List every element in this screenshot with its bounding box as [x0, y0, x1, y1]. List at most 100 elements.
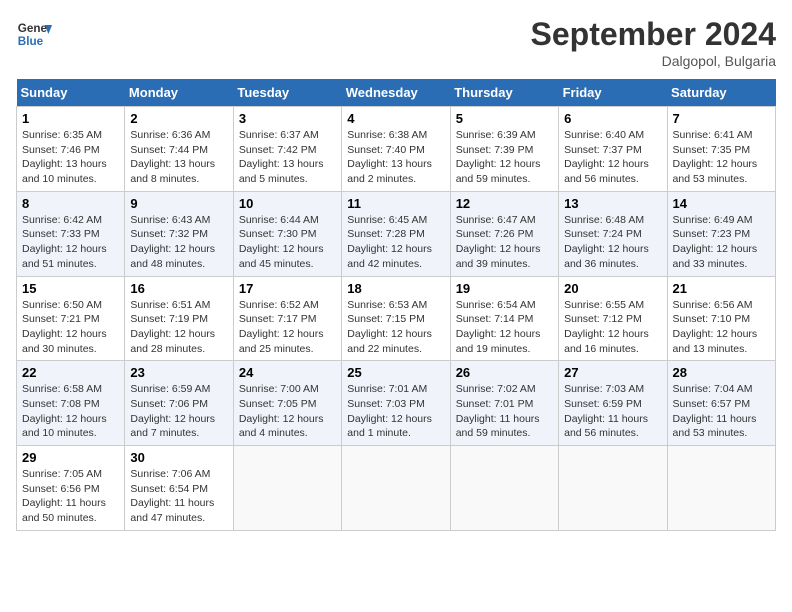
calendar-cell-20: 20 Sunrise: 6:55 AM Sunset: 7:12 PM Dayl…: [559, 276, 667, 361]
calendar-cell-29: 29 Sunrise: 7:05 AM Sunset: 6:56 PM Dayl…: [17, 446, 125, 531]
day-info: Sunrise: 6:36 AM Sunset: 7:44 PM Dayligh…: [130, 128, 227, 187]
day-number: 18: [347, 281, 444, 296]
day-number: 22: [22, 365, 119, 380]
weekday-header-saturday: Saturday: [667, 79, 775, 107]
calendar-cell-19: 19 Sunrise: 6:54 AM Sunset: 7:14 PM Dayl…: [450, 276, 558, 361]
day-info: Sunrise: 7:03 AM Sunset: 6:59 PM Dayligh…: [564, 382, 661, 441]
day-number: 25: [347, 365, 444, 380]
calendar-cell-25: 25 Sunrise: 7:01 AM Sunset: 7:03 PM Dayl…: [342, 361, 450, 446]
calendar-row-week-1: 1 Sunrise: 6:35 AM Sunset: 7:46 PM Dayli…: [17, 107, 776, 192]
calendar-cell-17: 17 Sunrise: 6:52 AM Sunset: 7:17 PM Dayl…: [233, 276, 341, 361]
day-number: 26: [456, 365, 553, 380]
day-info: Sunrise: 6:58 AM Sunset: 7:08 PM Dayligh…: [22, 382, 119, 441]
calendar-cell-13: 13 Sunrise: 6:48 AM Sunset: 7:24 PM Dayl…: [559, 191, 667, 276]
calendar-cell-12: 12 Sunrise: 6:47 AM Sunset: 7:26 PM Dayl…: [450, 191, 558, 276]
day-number: 15: [22, 281, 119, 296]
calendar-cell-11: 11 Sunrise: 6:45 AM Sunset: 7:28 PM Dayl…: [342, 191, 450, 276]
day-number: 4: [347, 111, 444, 126]
weekday-header-friday: Friday: [559, 79, 667, 107]
calendar-cell-7: 7 Sunrise: 6:41 AM Sunset: 7:35 PM Dayli…: [667, 107, 775, 192]
day-number: 9: [130, 196, 227, 211]
calendar-row-week-2: 8 Sunrise: 6:42 AM Sunset: 7:33 PM Dayli…: [17, 191, 776, 276]
calendar-cell-empty: [450, 446, 558, 531]
day-info: Sunrise: 6:37 AM Sunset: 7:42 PM Dayligh…: [239, 128, 336, 187]
calendar-cell-empty: [559, 446, 667, 531]
calendar-cell-18: 18 Sunrise: 6:53 AM Sunset: 7:15 PM Dayl…: [342, 276, 450, 361]
day-info: Sunrise: 7:00 AM Sunset: 7:05 PM Dayligh…: [239, 382, 336, 441]
weekday-header-row: SundayMondayTuesdayWednesdayThursdayFrid…: [17, 79, 776, 107]
page-header: General Blue September 2024 Dalgopol, Bu…: [16, 16, 776, 69]
day-info: Sunrise: 6:45 AM Sunset: 7:28 PM Dayligh…: [347, 213, 444, 272]
calendar-cell-26: 26 Sunrise: 7:02 AM Sunset: 7:01 PM Dayl…: [450, 361, 558, 446]
day-number: 29: [22, 450, 119, 465]
calendar-cell-6: 6 Sunrise: 6:40 AM Sunset: 7:37 PM Dayli…: [559, 107, 667, 192]
day-info: Sunrise: 7:05 AM Sunset: 6:56 PM Dayligh…: [22, 467, 119, 526]
calendar-cell-1: 1 Sunrise: 6:35 AM Sunset: 7:46 PM Dayli…: [17, 107, 125, 192]
day-number: 19: [456, 281, 553, 296]
calendar-table: SundayMondayTuesdayWednesdayThursdayFrid…: [16, 79, 776, 531]
day-number: 6: [564, 111, 661, 126]
day-info: Sunrise: 7:01 AM Sunset: 7:03 PM Dayligh…: [347, 382, 444, 441]
calendar-cell-5: 5 Sunrise: 6:39 AM Sunset: 7:39 PM Dayli…: [450, 107, 558, 192]
calendar-cell-empty: [667, 446, 775, 531]
calendar-cell-10: 10 Sunrise: 6:44 AM Sunset: 7:30 PM Dayl…: [233, 191, 341, 276]
day-number: 24: [239, 365, 336, 380]
day-number: 5: [456, 111, 553, 126]
day-number: 11: [347, 196, 444, 211]
day-info: Sunrise: 6:38 AM Sunset: 7:40 PM Dayligh…: [347, 128, 444, 187]
day-info: Sunrise: 6:44 AM Sunset: 7:30 PM Dayligh…: [239, 213, 336, 272]
calendar-cell-3: 3 Sunrise: 6:37 AM Sunset: 7:42 PM Dayli…: [233, 107, 341, 192]
day-info: Sunrise: 6:39 AM Sunset: 7:39 PM Dayligh…: [456, 128, 553, 187]
day-info: Sunrise: 7:04 AM Sunset: 6:57 PM Dayligh…: [673, 382, 770, 441]
day-number: 2: [130, 111, 227, 126]
day-number: 3: [239, 111, 336, 126]
location: Dalgopol, Bulgaria: [531, 53, 776, 69]
day-number: 16: [130, 281, 227, 296]
calendar-cell-23: 23 Sunrise: 6:59 AM Sunset: 7:06 PM Dayl…: [125, 361, 233, 446]
day-info: Sunrise: 6:55 AM Sunset: 7:12 PM Dayligh…: [564, 298, 661, 357]
day-info: Sunrise: 6:51 AM Sunset: 7:19 PM Dayligh…: [130, 298, 227, 357]
calendar-cell-empty: [342, 446, 450, 531]
day-info: Sunrise: 6:43 AM Sunset: 7:32 PM Dayligh…: [130, 213, 227, 272]
calendar-cell-8: 8 Sunrise: 6:42 AM Sunset: 7:33 PM Dayli…: [17, 191, 125, 276]
svg-text:Blue: Blue: [18, 35, 44, 48]
day-number: 20: [564, 281, 661, 296]
day-info: Sunrise: 6:54 AM Sunset: 7:14 PM Dayligh…: [456, 298, 553, 357]
day-number: 13: [564, 196, 661, 211]
calendar-cell-24: 24 Sunrise: 7:00 AM Sunset: 7:05 PM Dayl…: [233, 361, 341, 446]
day-number: 10: [239, 196, 336, 211]
day-info: Sunrise: 7:06 AM Sunset: 6:54 PM Dayligh…: [130, 467, 227, 526]
calendar-cell-2: 2 Sunrise: 6:36 AM Sunset: 7:44 PM Dayli…: [125, 107, 233, 192]
day-info: Sunrise: 6:41 AM Sunset: 7:35 PM Dayligh…: [673, 128, 770, 187]
calendar-row-week-5: 29 Sunrise: 7:05 AM Sunset: 6:56 PM Dayl…: [17, 446, 776, 531]
day-number: 17: [239, 281, 336, 296]
day-number: 28: [673, 365, 770, 380]
day-number: 23: [130, 365, 227, 380]
day-info: Sunrise: 6:42 AM Sunset: 7:33 PM Dayligh…: [22, 213, 119, 272]
day-number: 27: [564, 365, 661, 380]
calendar-cell-28: 28 Sunrise: 7:04 AM Sunset: 6:57 PM Dayl…: [667, 361, 775, 446]
title-block: September 2024 Dalgopol, Bulgaria: [531, 16, 776, 69]
calendar-cell-14: 14 Sunrise: 6:49 AM Sunset: 7:23 PM Dayl…: [667, 191, 775, 276]
weekday-header-thursday: Thursday: [450, 79, 558, 107]
weekday-header-sunday: Sunday: [17, 79, 125, 107]
day-number: 1: [22, 111, 119, 126]
logo-icon: General Blue: [16, 16, 52, 52]
day-info: Sunrise: 6:48 AM Sunset: 7:24 PM Dayligh…: [564, 213, 661, 272]
day-info: Sunrise: 6:50 AM Sunset: 7:21 PM Dayligh…: [22, 298, 119, 357]
day-info: Sunrise: 6:47 AM Sunset: 7:26 PM Dayligh…: [456, 213, 553, 272]
calendar-cell-30: 30 Sunrise: 7:06 AM Sunset: 6:54 PM Dayl…: [125, 446, 233, 531]
day-info: Sunrise: 6:40 AM Sunset: 7:37 PM Dayligh…: [564, 128, 661, 187]
day-number: 8: [22, 196, 119, 211]
calendar-cell-4: 4 Sunrise: 6:38 AM Sunset: 7:40 PM Dayli…: [342, 107, 450, 192]
month-title: September 2024: [531, 16, 776, 53]
day-info: Sunrise: 7:02 AM Sunset: 7:01 PM Dayligh…: [456, 382, 553, 441]
day-number: 14: [673, 196, 770, 211]
weekday-header-tuesday: Tuesday: [233, 79, 341, 107]
day-info: Sunrise: 6:56 AM Sunset: 7:10 PM Dayligh…: [673, 298, 770, 357]
calendar-cell-16: 16 Sunrise: 6:51 AM Sunset: 7:19 PM Dayl…: [125, 276, 233, 361]
calendar-cell-21: 21 Sunrise: 6:56 AM Sunset: 7:10 PM Dayl…: [667, 276, 775, 361]
day-info: Sunrise: 6:59 AM Sunset: 7:06 PM Dayligh…: [130, 382, 227, 441]
calendar-row-week-3: 15 Sunrise: 6:50 AM Sunset: 7:21 PM Dayl…: [17, 276, 776, 361]
day-number: 7: [673, 111, 770, 126]
